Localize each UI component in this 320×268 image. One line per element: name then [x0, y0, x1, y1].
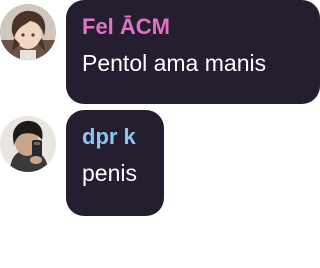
sender-avatar[interactable]	[0, 116, 56, 172]
message-bubble[interactable]: Fel ĀCM Pentol ama manis	[66, 0, 320, 104]
message-bubble[interactable]: dpr k penis	[66, 110, 164, 216]
sender-name[interactable]: dpr k	[82, 124, 148, 150]
message-row: dpr k penis	[0, 110, 320, 218]
message-text: Pentol ama manis	[82, 50, 267, 76]
chat-view: Fel ĀCM Pentol ama manis dpr k penis	[0, 0, 320, 268]
avatar-photo-icon	[0, 116, 56, 172]
message-row: Fel ĀCM Pentol ama manis	[0, 0, 320, 108]
message-text: penis	[82, 160, 137, 186]
sender-name[interactable]: Fel ĀCM	[82, 14, 304, 40]
sender-avatar[interactable]	[0, 4, 56, 60]
avatar-illustration-icon	[0, 4, 56, 60]
